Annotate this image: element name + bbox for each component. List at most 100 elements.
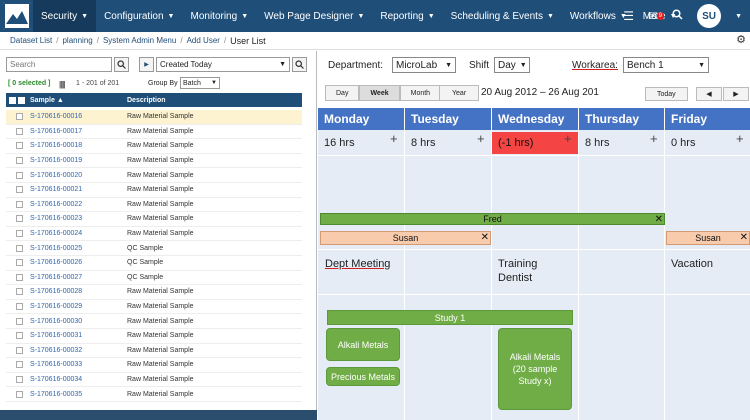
search-button[interactable] — [114, 57, 129, 72]
row-checkbox[interactable] — [16, 273, 23, 281]
table-row[interactable]: S-170616-00028 Raw Material Sample — [6, 285, 302, 300]
row-checkbox[interactable] — [16, 317, 23, 325]
row-checkbox[interactable] — [16, 157, 23, 165]
filter-select[interactable]: Created Today ▼ — [156, 57, 290, 72]
close-icon[interactable]: ✕ — [740, 232, 748, 243]
breadcrumb-add-user[interactable]: Add User — [187, 36, 220, 45]
event-training-dentist[interactable]: Training Dentist — [498, 257, 537, 285]
today-button[interactable]: Today — [645, 87, 688, 101]
row-checkbox[interactable] — [16, 142, 23, 150]
row-checkbox[interactable] — [16, 375, 23, 383]
gear-icon[interactable]: ⚙ — [736, 33, 746, 46]
row-checkbox[interactable] — [16, 288, 23, 296]
breadcrumb-dataset-list[interactable]: Dataset List — [10, 36, 52, 45]
close-icon[interactable]: ✕ — [655, 214, 663, 225]
row-checkbox[interactable] — [16, 127, 23, 135]
filter-toggle-button[interactable]: ▶ — [139, 57, 154, 72]
row-checkbox[interactable] — [16, 346, 23, 354]
event-vacation[interactable]: Vacation — [671, 257, 713, 271]
table-row[interactable]: S-170616-00020 Raw Material Sample — [6, 168, 302, 183]
collapse-all-icon[interactable] — [9, 96, 16, 104]
nav-configuration[interactable]: Configuration ▼ — [96, 0, 182, 32]
table-row[interactable]: S-170616-00026 QC Sample — [6, 256, 302, 271]
nav-reporting[interactable]: Reporting ▼ — [372, 0, 442, 32]
table-row[interactable]: S-170616-00019 Raw Material Sample — [6, 154, 302, 169]
add-icon[interactable]: + — [477, 131, 485, 146]
view-day-button[interactable]: Day — [325, 85, 360, 101]
table-row[interactable]: S-170616-00030 Raw Material Sample — [6, 314, 302, 329]
view-month-button[interactable]: Month — [399, 85, 442, 101]
table-row[interactable]: S-170616-00035 Raw Material Sample — [6, 387, 302, 402]
staff-bar-susan[interactable]: Susan ✕ — [320, 231, 491, 245]
event-dept-meeting[interactable]: Dept Meeting — [325, 257, 390, 271]
table-row[interactable]: S-170616-00024 Raw Material Sample — [6, 227, 302, 242]
row-checkbox[interactable] — [16, 230, 23, 238]
add-icon[interactable]: + — [650, 131, 658, 146]
task-alkali-metals[interactable]: Alkali Metals — [326, 328, 400, 361]
app-logo-icon[interactable] — [3, 2, 31, 30]
nav-monitoring[interactable]: Monitoring ▼ — [182, 0, 256, 32]
search-icon[interactable] — [672, 9, 683, 23]
chevron-down-icon[interactable]: ▼ — [735, 13, 742, 20]
next-week-button[interactable]: ▶ — [723, 87, 749, 101]
row-checkbox[interactable] — [16, 332, 23, 340]
horizontal-scrollbar[interactable] — [0, 410, 317, 420]
staff-bar-fred[interactable]: Fred ✕ — [320, 213, 665, 225]
table-row[interactable]: S-170616-00033 Raw Material Sample — [6, 358, 302, 373]
group-by-select[interactable]: Batch ▼ — [180, 77, 220, 89]
barcode-icon[interactable]: ||||| — [59, 80, 65, 89]
add-icon[interactable]: + — [390, 131, 398, 146]
table-row[interactable]: S-170616-00018 Raw Material Sample — [6, 139, 302, 154]
column-header-description[interactable]: Description — [127, 97, 302, 104]
table-row[interactable]: S-170616-00034 Raw Material Sample — [6, 373, 302, 388]
nav-security[interactable]: Security ▼ — [33, 0, 97, 32]
column-header-sample[interactable]: Sample ▲ — [30, 97, 127, 104]
task-study-1[interactable]: Study 1 — [327, 310, 573, 325]
row-checkbox[interactable] — [16, 200, 23, 208]
hamburger-menu-icon[interactable]: ☰ — [623, 9, 634, 23]
chevron-right-icon: ▶ — [733, 91, 739, 98]
nav-web-page-designer[interactable]: Web Page Designer ▼ — [256, 0, 372, 32]
close-icon[interactable]: ✕ — [481, 232, 489, 243]
mail-icon[interactable]: ✉ 9 — [648, 9, 665, 23]
table-row[interactable]: S-170616-00017 Raw Material Sample — [6, 125, 302, 140]
select-all-checkbox[interactable] — [18, 96, 25, 104]
prev-week-button[interactable]: ◀ — [696, 87, 722, 101]
workarea-select[interactable]: Bench 1 ▼ — [623, 57, 709, 73]
table-row[interactable]: S-170616-00029 Raw Material Sample — [6, 300, 302, 315]
shift-select[interactable]: Day ▼ — [494, 57, 530, 73]
row-checkbox[interactable] — [16, 259, 23, 267]
department-select[interactable]: MicroLab ▼ — [392, 57, 456, 73]
table-row[interactable]: S-170616-00022 Raw Material Sample — [6, 198, 302, 213]
user-avatar[interactable]: SU — [697, 4, 722, 28]
task-alkali-metals-study[interactable]: Alkali Metals (20 sample Study x) — [498, 328, 572, 410]
row-checkbox[interactable] — [16, 186, 23, 194]
search-input[interactable] — [6, 57, 112, 72]
row-checkbox[interactable] — [16, 361, 23, 369]
table-row[interactable]: S-170616-00023 Raw Material Sample — [6, 212, 302, 227]
table-row[interactable]: S-170616-00016 Raw Material Sample — [6, 110, 302, 125]
task-precious-metals[interactable]: Precious Metals — [326, 367, 400, 386]
view-year-button[interactable]: Year — [439, 85, 480, 101]
row-checkbox[interactable] — [16, 113, 23, 121]
nav-scheduling-events[interactable]: Scheduling & Events ▼ — [443, 0, 562, 32]
table-row[interactable]: S-170616-00025 QC Sample — [6, 241, 302, 256]
view-switcher: Day Week Month — [325, 85, 442, 101]
filter-search-button[interactable] — [292, 57, 307, 72]
breadcrumb-system-admin-menu[interactable]: System Admin Menu — [103, 36, 176, 45]
row-checkbox[interactable] — [16, 244, 23, 252]
chevron-down-icon: ▼ — [241, 12, 249, 20]
table-row[interactable]: S-170616-00021 Raw Material Sample — [6, 183, 302, 198]
row-checkbox[interactable] — [16, 303, 23, 311]
staff-bar-susan-friday[interactable]: Susan ✕ — [666, 231, 750, 245]
row-checkbox[interactable] — [16, 390, 23, 398]
table-row[interactable]: S-170616-00031 Raw Material Sample — [6, 329, 302, 344]
row-checkbox[interactable] — [16, 215, 23, 223]
view-week-button[interactable]: Week — [359, 85, 400, 101]
table-row[interactable]: S-170616-00032 Raw Material Sample — [6, 344, 302, 359]
add-icon[interactable]: + — [564, 131, 572, 146]
row-checkbox[interactable] — [16, 171, 23, 179]
breadcrumb-planning[interactable]: planning — [62, 36, 92, 45]
table-row[interactable]: S-170616-00027 QC Sample — [6, 271, 302, 286]
add-icon[interactable]: + — [736, 131, 744, 146]
